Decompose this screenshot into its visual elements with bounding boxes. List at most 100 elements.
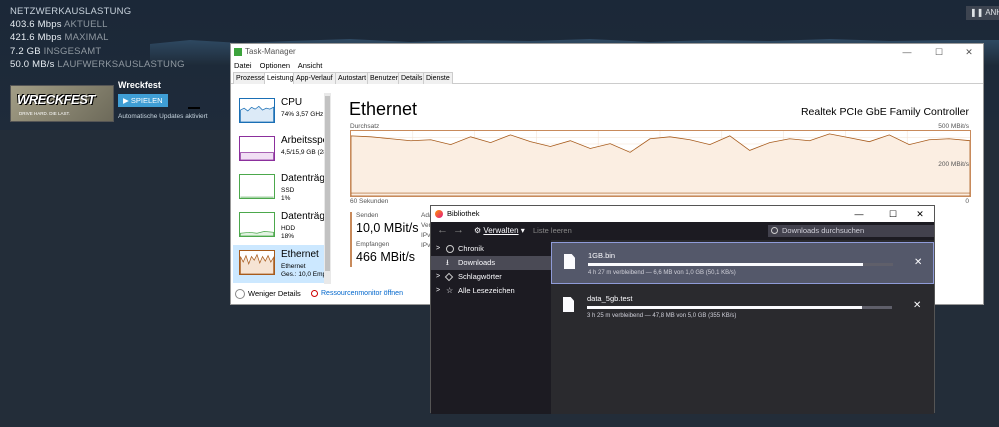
- tag-icon: [444, 272, 454, 282]
- send-value: 10,0 MBit/s: [356, 221, 419, 235]
- sidebar-item-memory[interactable]: Arbeitsspe 4,5/15,9 GB (28: [233, 131, 328, 169]
- download-item[interactable]: data_5gb.test 3 h 25 m verbleibend — 47,…: [551, 286, 934, 328]
- download-filename: data_5gb.test: [587, 294, 633, 303]
- tree-item-chronik[interactable]: > Chronik: [431, 242, 551, 256]
- library-titlebar: Bibliothek — ☐ ✕: [431, 206, 934, 222]
- send-label: Senden: [356, 212, 379, 219]
- sidebar-item-disk-ssd[interactable]: Datenträge SSD 1%: [233, 169, 330, 207]
- graph-zero-label: 0: [965, 198, 969, 205]
- receive-label: Empfangen: [356, 241, 390, 248]
- tab-prozesse[interactable]: Prozesse: [233, 72, 269, 84]
- tab-details[interactable]: Details: [398, 72, 426, 84]
- stat-total: 7.2 GB INSGESAMT: [10, 45, 102, 57]
- monitor-icon: [311, 289, 318, 297]
- download-filename: 1GB.bin: [588, 251, 616, 260]
- resource-sidebar: CPU 74% 3,57 GHz Arbeitsspe 4,5/15,9 GB …: [233, 93, 330, 284]
- sidebar-item-cpu[interactable]: CPU 74% 3,57 GHz: [233, 93, 328, 131]
- receive-value: 466 MBit/s: [356, 250, 416, 264]
- disk-mini-graph: [239, 212, 275, 237]
- tab-bar: Prozesse Leistung App-Verlauf Autostart …: [231, 72, 983, 84]
- tree-item-downloads[interactable]: ⭳ Downloads: [431, 256, 551, 270]
- back-icon[interactable]: ←: [437, 224, 448, 236]
- scroll-thumb[interactable]: [325, 96, 330, 271]
- task-manager-titlebar: Task-Manager — ☐ ✕: [231, 44, 983, 60]
- menu-ansicht[interactable]: Ansicht: [298, 61, 323, 70]
- page-title: Ethernet: [349, 99, 418, 119]
- auto-update-status: Automatische Updates aktiviert: [118, 113, 208, 120]
- forward-icon[interactable]: →: [453, 224, 464, 236]
- file-icon: [563, 297, 574, 312]
- gear-icon: ⚙: [474, 226, 482, 235]
- search-icon: [771, 227, 778, 234]
- cpu-mini-graph: [239, 98, 275, 123]
- file-icon: [564, 254, 575, 269]
- game-logo-sub: DRIVE HARD. DIE LAST.: [19, 111, 71, 116]
- game-banner[interactable]: WRECKFEST DRIVE HARD. DIE LAST.: [10, 85, 114, 122]
- graph-mid-label: 200 MBit/s: [938, 161, 969, 168]
- stat-current: 403.6 Mbps AKTUELL: [10, 19, 108, 31]
- maximize-button[interactable]: ☐: [923, 44, 955, 60]
- menu-optionen[interactable]: Optionen: [260, 61, 290, 70]
- stat-disk: 50.0 MB/s LAUFWERKSAUSLASTUNG: [10, 58, 185, 70]
- disk-mini-graph: [239, 174, 275, 199]
- play-progress: [188, 107, 200, 109]
- throughput-graph: [350, 130, 971, 197]
- library-window: Bibliothek — ☐ ✕ ← → ⚙ Verwalten ▾ Liste…: [430, 205, 935, 414]
- close-button[interactable]: ✕: [953, 44, 985, 60]
- game-logo: WRECKFEST: [17, 92, 95, 107]
- graph-max-label: 500 MBit/s: [938, 123, 969, 130]
- network-stats-overlay: NETZWERKAUSLASTUNG 403.6 Mbps AKTUELL 42…: [10, 5, 185, 71]
- tab-benutzer[interactable]: Benutzer: [367, 72, 402, 84]
- ipv4-label-truncated: IPv: [421, 232, 431, 239]
- clock-icon: [446, 245, 454, 253]
- game-title: Wreckfest: [118, 80, 161, 90]
- firefox-icon: [435, 210, 443, 218]
- library-tree: > Chronik ⭳ Downloads > Schlagwörter > ☆…: [431, 240, 551, 414]
- menu-datei[interactable]: Datei: [234, 61, 252, 70]
- stat-max: 421.6 Mbps MAXIMAL: [10, 32, 109, 44]
- controller-name: Realtek PCIe GbE Family Controller: [800, 106, 969, 118]
- resource-monitor-link[interactable]: Ressourcenmonitor öffnen: [311, 287, 403, 301]
- tab-leistung[interactable]: Leistung: [264, 72, 297, 84]
- download-progress-bar: [588, 263, 893, 266]
- tab-app-verlauf[interactable]: App-Verlauf: [293, 72, 336, 84]
- close-button[interactable]: ✕: [904, 206, 936, 222]
- manage-button[interactable]: ⚙ Verwalten ▾: [474, 226, 525, 235]
- throughput-label: Durchsatz: [350, 123, 380, 130]
- cancel-download-icon[interactable]: ✕: [913, 300, 921, 311]
- tab-dienste[interactable]: Dienste: [423, 72, 453, 84]
- minimize-button[interactable]: —: [843, 206, 875, 222]
- network-usage-title: NETZWERKAUSLASTUNG: [10, 6, 132, 17]
- star-icon: ☆: [446, 286, 454, 295]
- play-button[interactable]: ▶ SPIELEN: [118, 94, 168, 107]
- downloads-search-input[interactable]: Downloads durchsuchen: [768, 225, 934, 237]
- chevron-up-icon: [235, 289, 245, 300]
- downloads-list: 1GB.bin 4 h 27 m verbleibend — 6,6 MB vo…: [551, 240, 934, 414]
- download-status: 3 h 25 m verbleibend — 47,8 MB von 5,0 G…: [587, 313, 737, 319]
- memory-mini-graph: [239, 136, 275, 161]
- fewer-details-button[interactable]: Weniger Details: [235, 287, 301, 301]
- tree-item-tags[interactable]: > Schlagwörter: [431, 270, 551, 284]
- download-progress-bar: [587, 306, 892, 309]
- download-progress-fill: [588, 263, 863, 266]
- task-manager-icon: [234, 48, 242, 56]
- send-receive-divider: [350, 212, 352, 267]
- menu-bar: Datei Optionen Ansicht: [231, 60, 983, 72]
- play-icon: ▶: [123, 96, 129, 105]
- download-status: 4 h 27 m verbleibend — 6,6 MB von 1,0 GB…: [588, 270, 736, 276]
- download-progress-fill: [587, 306, 862, 309]
- overlay-pause-button[interactable]: ❚❚ ANH: [966, 6, 999, 20]
- graph-seconds-label: 60 Sekunden: [350, 198, 389, 205]
- cancel-download-icon[interactable]: ✕: [914, 257, 922, 268]
- tree-item-all-bookmarks[interactable]: > ☆ Alle Lesezeichen: [431, 284, 551, 298]
- download-item[interactable]: 1GB.bin 4 h 27 m verbleibend — 6,6 MB vo…: [551, 242, 934, 284]
- sidebar-scrollbar[interactable]: [324, 93, 331, 284]
- sidebar-item-ethernet[interactable]: Ethernet Ethernet Ges.: 10,0 Empf: [233, 245, 328, 283]
- ipv6-label-truncated: IPv: [421, 242, 431, 249]
- sidebar-item-disk-hdd[interactable]: Datenträge HDD 18%: [233, 207, 330, 245]
- download-icon: ⭳: [446, 258, 449, 267]
- minimize-button[interactable]: —: [891, 44, 923, 60]
- library-toolbar: ← → ⚙ Verwalten ▾ Liste leeren Downloads…: [431, 222, 934, 240]
- tab-autostart[interactable]: Autostart: [335, 72, 370, 84]
- clear-list-button[interactable]: Liste leeren: [533, 226, 572, 235]
